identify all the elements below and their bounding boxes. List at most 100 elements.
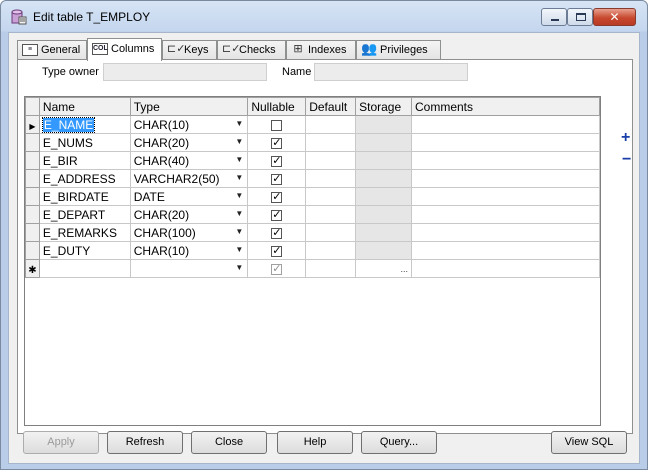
tab-general[interactable]: ≡ General: [17, 40, 87, 60]
column-name-cell[interactable]: E_REMARKS: [38, 223, 131, 242]
column-type-cell[interactable]: CHAR(100) ▼: [129, 223, 249, 242]
column-name-cell[interactable]: E_DEPART: [38, 205, 131, 224]
tab-indexes[interactable]: ⊞ Indexes: [286, 40, 356, 60]
dropdown-arrow-icon[interactable]: ▼: [235, 245, 243, 254]
default-cell[interactable]: [305, 259, 357, 278]
nullable-cell[interactable]: ✓: [247, 223, 307, 242]
column-row[interactable]: E_DEPART CHAR(20) ▼ ✓: [25, 205, 601, 224]
dropdown-arrow-icon[interactable]: ▼: [235, 119, 243, 128]
tab-privileges[interactable]: 👥 Privileges: [356, 40, 441, 60]
comments-cell[interactable]: [410, 259, 601, 278]
default-cell[interactable]: [305, 169, 357, 188]
nullable-checkbox[interactable]: ✓: [271, 191, 283, 203]
title-bar[interactable]: Edit table T_EMPLOY ✕: [1, 1, 647, 31]
col-header-comments[interactable]: Comments: [410, 97, 601, 116]
remove-column-icon[interactable]: −: [622, 152, 631, 168]
tab-keys[interactable]: ⊏✓Keys: [162, 40, 217, 60]
nullable-checkbox[interactable]: ✓: [271, 263, 283, 275]
close-button[interactable]: Close: [191, 431, 267, 454]
nullable-checkbox[interactable]: ✓: [271, 209, 283, 221]
column-row[interactable]: E_REMARKS CHAR(100) ▼ ✓: [25, 223, 601, 242]
column-name-cell[interactable]: E_ADDRESS: [38, 169, 131, 188]
default-cell[interactable]: [305, 223, 357, 242]
nullable-checkbox[interactable]: [271, 119, 283, 131]
column-row[interactable]: E_ADDRESS VARCHAR2(50) ▼ ✓: [25, 169, 601, 188]
storage-cell[interactable]: [355, 241, 412, 260]
column-row[interactable]: E_BIRDATE DATE ▼ ✓: [25, 187, 601, 206]
default-cell[interactable]: [305, 133, 357, 152]
default-cell[interactable]: [305, 205, 357, 224]
nullable-checkbox[interactable]: ✓: [271, 245, 283, 257]
dropdown-arrow-icon[interactable]: ▼: [235, 227, 243, 236]
dropdown-arrow-icon[interactable]: ▼: [235, 263, 243, 272]
view-sql-button[interactable]: View SQL: [551, 431, 627, 454]
default-cell[interactable]: [305, 115, 357, 134]
nullable-cell[interactable]: ✓: [247, 187, 307, 206]
storage-cell[interactable]: [355, 151, 412, 170]
comments-cell[interactable]: [410, 205, 601, 224]
nullable-cell[interactable]: ✓: [247, 169, 307, 188]
column-type-cell[interactable]: DATE ▼: [129, 187, 249, 206]
default-cell[interactable]: [305, 241, 357, 260]
column-name-cell[interactable]: E_BIRDATE: [38, 187, 131, 206]
dropdown-arrow-icon[interactable]: ▼: [235, 209, 243, 218]
nullable-cell[interactable]: ✓: [247, 151, 307, 170]
column-type-cell[interactable]: CHAR(20) ▼: [129, 133, 249, 152]
column-type-cell[interactable]: CHAR(20) ▼: [129, 205, 249, 224]
default-cell[interactable]: [305, 151, 357, 170]
nullable-checkbox[interactable]: ✓: [271, 137, 283, 149]
storage-cell[interactable]: [355, 115, 412, 134]
col-header-type[interactable]: Type: [129, 97, 249, 116]
comments-cell[interactable]: [410, 223, 601, 242]
nullable-checkbox[interactable]: ✓: [271, 155, 283, 167]
column-name-cell[interactable]: E_NAME: [38, 115, 131, 134]
storage-cell[interactable]: [355, 133, 412, 152]
dropdown-arrow-icon[interactable]: ▼: [235, 173, 243, 182]
new-column-row[interactable]: ✱ ▼ ✓...: [25, 259, 601, 278]
name-field[interactable]: [314, 63, 468, 81]
type-owner-field[interactable]: [103, 63, 267, 81]
close-window-button[interactable]: ✕: [593, 8, 636, 26]
dropdown-arrow-icon[interactable]: ▼: [235, 155, 243, 164]
nullable-cell[interactable]: [247, 115, 307, 134]
add-column-icon[interactable]: +: [621, 130, 630, 146]
col-header-default[interactable]: Default: [305, 97, 357, 116]
col-header-name[interactable]: Name: [38, 97, 131, 116]
col-header-storage[interactable]: Storage: [355, 97, 412, 116]
column-row[interactable]: E_DUTY CHAR(10) ▼ ✓: [25, 241, 601, 260]
maximize-button[interactable]: [567, 8, 593, 26]
column-name-cell[interactable]: E_BIR: [38, 151, 131, 170]
nullable-cell[interactable]: ✓: [247, 133, 307, 152]
storage-cell[interactable]: [355, 205, 412, 224]
default-cell[interactable]: [305, 187, 357, 206]
comments-cell[interactable]: [410, 187, 601, 206]
apply-button[interactable]: Apply: [23, 431, 99, 454]
col-header-nullable[interactable]: Nullable: [247, 97, 307, 116]
comments-cell[interactable]: [410, 169, 601, 188]
storage-cell[interactable]: [355, 223, 412, 242]
column-row[interactable]: E_BIR CHAR(40) ▼ ✓: [25, 151, 601, 170]
nullable-cell[interactable]: ✓: [247, 241, 307, 260]
storage-ellipsis-button[interactable]: ...: [355, 259, 412, 278]
column-type-cell[interactable]: CHAR(10) ▼: [129, 115, 249, 134]
dropdown-arrow-icon[interactable]: ▼: [235, 191, 243, 200]
columns-grid[interactable]: Name Type Nullable Default Storage Comme…: [24, 96, 601, 426]
comments-cell[interactable]: [410, 241, 601, 260]
dropdown-arrow-icon[interactable]: ▼: [235, 137, 243, 146]
comments-cell[interactable]: [410, 151, 601, 170]
column-name-cell[interactable]: E_NUMS: [38, 133, 131, 152]
nullable-checkbox[interactable]: ✓: [271, 173, 283, 185]
storage-cell[interactable]: [355, 169, 412, 188]
column-type-cell[interactable]: ▼: [129, 259, 249, 278]
nullable-checkbox[interactable]: ✓: [271, 227, 283, 239]
column-type-cell[interactable]: CHAR(10) ▼: [129, 241, 249, 260]
minimize-button[interactable]: [541, 8, 567, 26]
storage-cell[interactable]: [355, 187, 412, 206]
column-row[interactable]: E_NUMS CHAR(20) ▼ ✓: [25, 133, 601, 152]
comments-cell[interactable]: [410, 133, 601, 152]
tab-checks[interactable]: ⊏✓Checks: [217, 40, 286, 60]
query-button[interactable]: Query...: [361, 431, 437, 454]
column-row[interactable]: ▶ E_NAME CHAR(10) ▼: [25, 115, 601, 134]
comments-cell[interactable]: [410, 115, 601, 134]
column-type-cell[interactable]: VARCHAR2(50) ▼: [129, 169, 249, 188]
